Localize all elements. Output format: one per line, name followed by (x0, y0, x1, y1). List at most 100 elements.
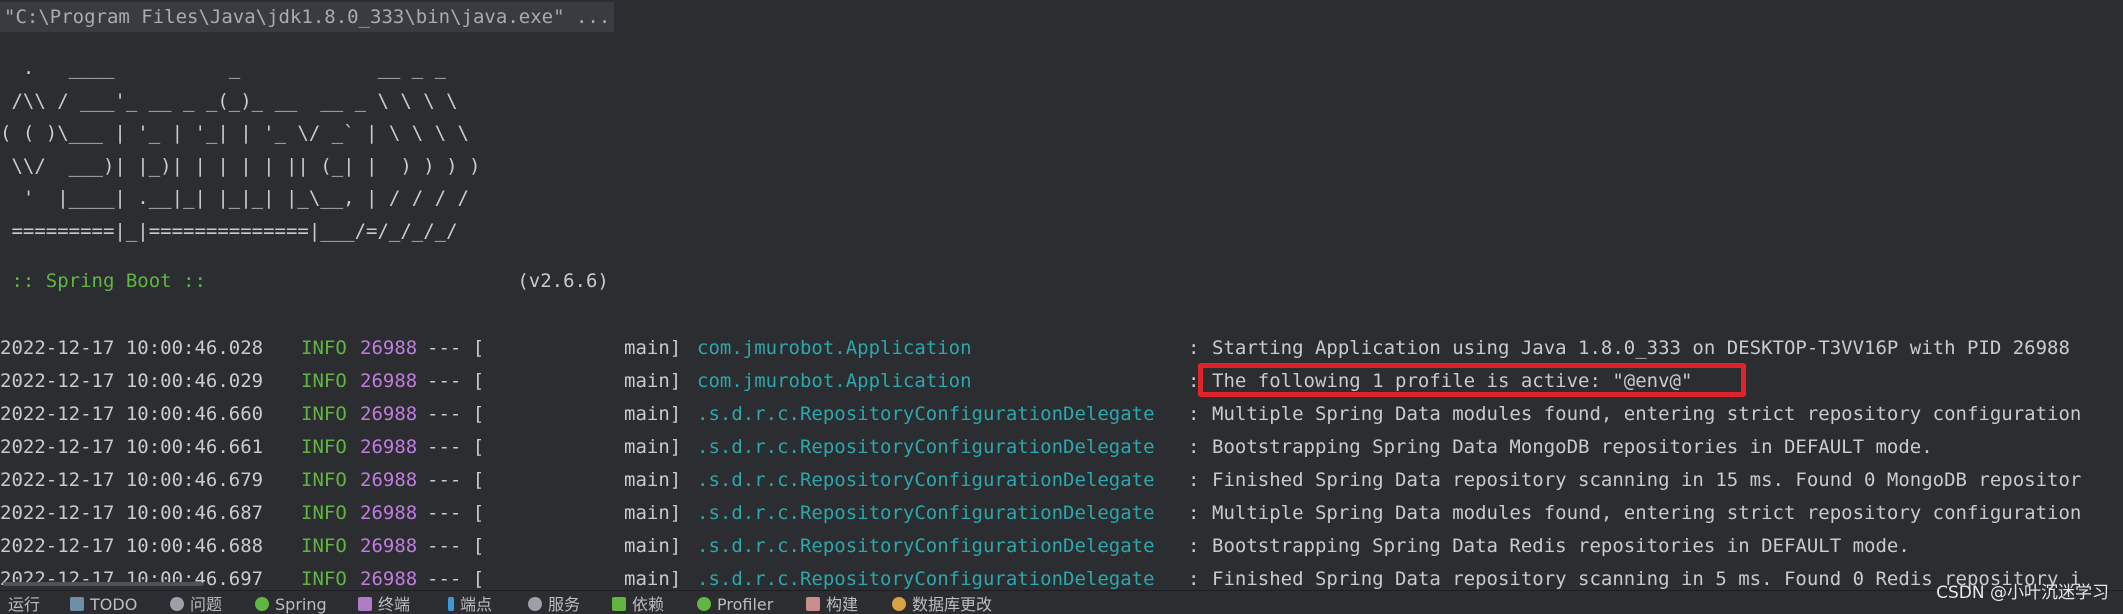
tab-run[interactable]: 运行 (8, 594, 40, 614)
log-timestamp: 2022-12-17 10:00:46.660 (0, 403, 264, 425)
log-separator: --- [ (427, 568, 485, 590)
java-command-line[interactable]: "C:\Program Files\Java\jdk1.8.0_333\bin\… (0, 2, 615, 32)
tab-terminal-label: 终端 (378, 595, 411, 614)
log-separator: --- [ (427, 337, 485, 359)
log-timestamp: 2022-12-17 10:00:46.028 (0, 337, 264, 359)
tab-spring[interactable]: Spring (255, 594, 327, 614)
horizontal-scrollbar[interactable] (3, 582, 203, 586)
tab-dependencies[interactable]: 依赖 (612, 594, 664, 614)
log-colon: : (1188, 502, 1200, 524)
tab-dependencies-label: 依赖 (632, 595, 665, 614)
log-colon: : (1188, 436, 1200, 458)
log-level: INFO (301, 436, 347, 458)
log-line: 2022-12-17 10:00:46.028 INFO 26988 --- [… (0, 332, 2123, 365)
log-colon: : (1188, 370, 1200, 392)
log-separator: --- [ (427, 436, 485, 458)
log-pid: 26988 (360, 370, 418, 392)
log-pid: 26988 (360, 502, 418, 524)
console-output: "C:\Program Files\Java\jdk1.8.0_333\bin\… (0, 0, 2123, 590)
log-thread: main] (624, 370, 682, 392)
log-level: INFO (301, 370, 347, 392)
tab-problems[interactable]: 问题 (170, 594, 222, 614)
log-thread: main] (624, 568, 682, 590)
tab-run-label: 运行 (8, 595, 41, 614)
log-message: Bootstrapping Spring Data MongoDB reposi… (1212, 436, 1933, 458)
spring-ascii-banner: . ____ _ __ _ _ /\\ / ___'_ __ _ _(_)_ _… (0, 57, 481, 242)
log-line: 2022-12-17 10:00:46.687 INFO 26988 --- [… (0, 497, 2123, 530)
log-logger-link[interactable]: .s.d.r.c.RepositoryConfigurationDelegate (697, 431, 1155, 464)
log-separator: --- [ (427, 502, 485, 524)
log-logger-link[interactable]: .s.d.r.c.RepositoryConfigurationDelegate (697, 530, 1155, 563)
tab-database-changes-label: 数据库更改 (912, 595, 993, 614)
log-message: Finished Spring Data repository scanning… (1212, 469, 2082, 491)
log-pid: 26988 (360, 535, 418, 557)
log-colon: : (1188, 469, 1200, 491)
log-colon: : (1188, 535, 1200, 557)
tab-profiler[interactable]: Profiler (697, 594, 773, 614)
tab-profiler-label: Profiler (717, 595, 774, 614)
database-changes-icon (892, 597, 906, 611)
log-pid: 26988 (360, 337, 418, 359)
tab-problems-label: 问题 (190, 595, 223, 614)
log-level: INFO (301, 337, 347, 359)
log-pid: 26988 (360, 403, 418, 425)
log-line: 2022-12-17 10:00:46.029 INFO 26988 --- [… (0, 365, 2123, 398)
log-logger-link[interactable]: .s.d.r.c.RepositoryConfigurationDelegate (697, 464, 1155, 497)
profiler-icon (697, 597, 711, 611)
log-logger-link[interactable]: com.jmurobot.Application (697, 365, 972, 398)
spring-boot-version-line: :: Spring Boot :: (v2.6.6) (0, 265, 608, 297)
log-thread: main] (624, 436, 682, 458)
log-level: INFO (301, 502, 347, 524)
log-message: Multiple Spring Data modules found, ente… (1212, 502, 2082, 524)
log-line: 2022-12-17 10:00:46.660 INFO 26988 --- [… (0, 398, 2123, 431)
csdn-watermark: CSDN @小叶沉迷学习 (1936, 583, 2109, 603)
log-separator: --- [ (427, 469, 485, 491)
log-timestamp: 2022-12-17 10:00:46.679 (0, 469, 264, 491)
log-separator: --- [ (427, 403, 485, 425)
log-thread: main] (624, 469, 682, 491)
spring-boot-label: :: Spring Boot :: (0, 270, 218, 292)
todo-icon (70, 597, 84, 611)
tab-spring-label: Spring (275, 595, 327, 614)
log-lines: 2022-12-17 10:00:46.028 INFO 26988 --- [… (0, 332, 2123, 590)
log-logger-link[interactable]: .s.d.r.c.RepositoryConfigurationDelegate (697, 563, 1155, 590)
services-icon (528, 597, 542, 611)
tab-endpoints-label: 端点 (460, 595, 493, 614)
tab-database-changes[interactable]: 数据库更改 (892, 594, 992, 614)
log-thread: main] (624, 337, 682, 359)
log-timestamp: 2022-12-17 10:00:46.687 (0, 502, 264, 524)
log-message: Multiple Spring Data modules found, ente… (1212, 403, 2082, 425)
tab-terminal[interactable]: 终端 (358, 594, 410, 614)
log-colon: : (1188, 337, 1200, 359)
log-pid: 26988 (360, 568, 418, 590)
log-line: 2022-12-17 10:00:46.661 INFO 26988 --- [… (0, 431, 2123, 464)
log-timestamp: 2022-12-17 10:00:46.661 (0, 436, 264, 458)
log-pid: 26988 (360, 469, 418, 491)
tab-endpoints[interactable]: 端点 (448, 594, 492, 614)
spring-icon (255, 597, 269, 611)
log-thread: main] (624, 403, 682, 425)
log-line: 2022-12-17 10:00:46.697 INFO 26988 --- [… (0, 563, 2123, 590)
log-logger-link[interactable]: com.jmurobot.Application (697, 332, 972, 365)
log-thread: main] (624, 535, 682, 557)
tab-services-label: 服务 (548, 595, 581, 614)
log-separator: --- [ (427, 370, 485, 392)
log-logger-link[interactable]: .s.d.r.c.RepositoryConfigurationDelegate (697, 398, 1155, 431)
log-timestamp: 2022-12-17 10:00:46.688 (0, 535, 264, 557)
problems-icon (170, 597, 184, 611)
tab-build[interactable]: 构建 (806, 594, 858, 614)
tab-services[interactable]: 服务 (528, 594, 580, 614)
log-line: 2022-12-17 10:00:46.688 INFO 26988 --- [… (0, 530, 2123, 563)
tab-build-label: 构建 (826, 595, 859, 614)
log-message: Starting Application using Java 1.8.0_33… (1212, 337, 2070, 359)
log-separator: --- [ (427, 535, 485, 557)
tab-todo[interactable]: TODO (70, 594, 137, 614)
terminal-icon (358, 597, 372, 611)
log-colon: : (1188, 568, 1200, 590)
log-colon: : (1188, 403, 1200, 425)
dependencies-icon (612, 597, 626, 611)
log-thread: main] (624, 502, 682, 524)
log-pid: 26988 (360, 436, 418, 458)
log-message: Bootstrapping Spring Data Redis reposito… (1212, 535, 1910, 557)
log-logger-link[interactable]: .s.d.r.c.RepositoryConfigurationDelegate (697, 497, 1155, 530)
